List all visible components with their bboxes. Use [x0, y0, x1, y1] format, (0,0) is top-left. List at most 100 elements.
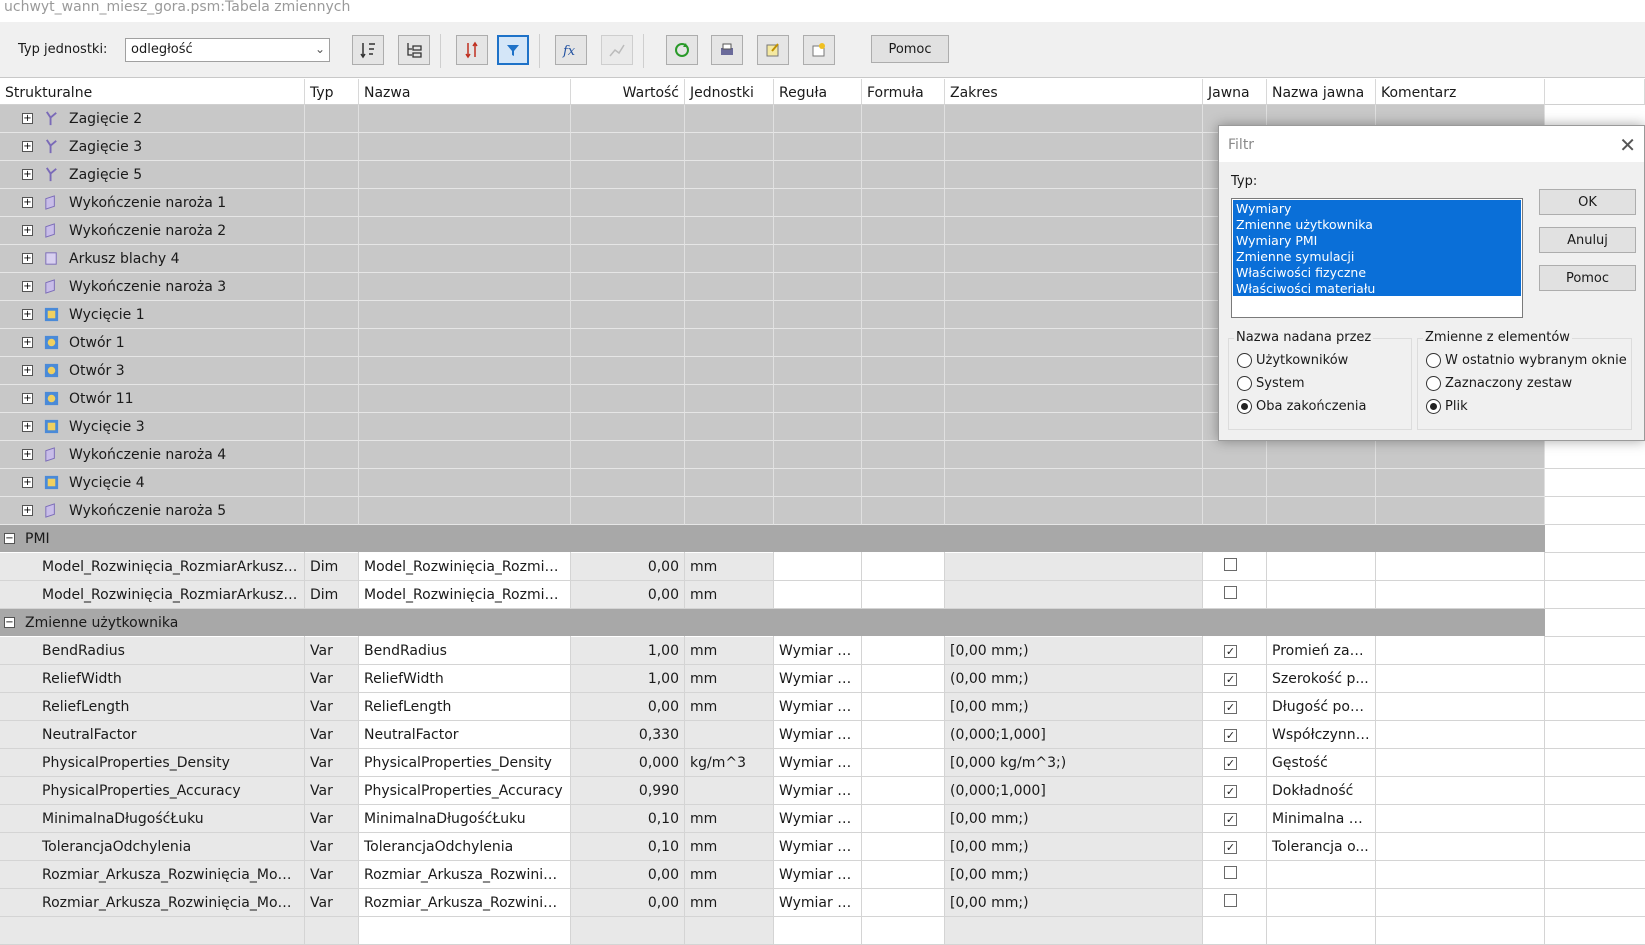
- formula-cell[interactable]: [862, 833, 945, 861]
- table-cell[interactable]: [571, 385, 685, 413]
- table-cell[interactable]: [1267, 609, 1376, 637]
- table-cell[interactable]: [862, 217, 945, 245]
- table-cell[interactable]: [305, 105, 359, 133]
- range-cell[interactable]: (0,000;1,000]: [945, 721, 1203, 749]
- table-cell[interactable]: [685, 245, 774, 273]
- type-cell[interactable]: Var: [305, 665, 359, 693]
- structure-cell[interactable]: Rozmiar_Arkusza_Rozwinięcia_Model_Y: [0, 889, 305, 917]
- type-cell[interactable]: Var: [305, 749, 359, 777]
- rule-cell[interactable]: Wymiar g...: [774, 721, 862, 749]
- radio-option[interactable]: System: [1237, 376, 1304, 391]
- table-cell[interactable]: [774, 357, 862, 385]
- table-cell[interactable]: [862, 917, 945, 945]
- collapse-icon[interactable]: −: [4, 617, 15, 628]
- expand-icon[interactable]: +: [22, 225, 33, 236]
- checkbox-checked[interactable]: ✓: [1224, 841, 1237, 854]
- units-cell[interactable]: kg/m^3: [685, 749, 774, 777]
- type-list-item[interactable]: Zmienne symulacji: [1233, 248, 1521, 264]
- table-cell[interactable]: [774, 413, 862, 441]
- group-cell[interactable]: − Zmienne użytkownika: [0, 609, 305, 637]
- radio-button[interactable]: [1426, 353, 1441, 368]
- sort-order-button[interactable]: [456, 35, 488, 65]
- table-cell[interactable]: [685, 105, 774, 133]
- table-cell[interactable]: [305, 301, 359, 329]
- table-cell[interactable]: [774, 133, 862, 161]
- column-header[interactable]: Wartość: [571, 79, 685, 105]
- table-cell[interactable]: [305, 917, 359, 945]
- name-cell[interactable]: BendRadius: [359, 637, 571, 665]
- rule-cell[interactable]: Wymiar g...: [774, 833, 862, 861]
- checkbox-checked[interactable]: ✓: [1224, 701, 1237, 714]
- table-cell[interactable]: [571, 441, 685, 469]
- radio-button[interactable]: [1426, 399, 1441, 414]
- table-cell[interactable]: [359, 441, 571, 469]
- table-cell[interactable]: [862, 357, 945, 385]
- column-header[interactable]: Reguła: [774, 79, 862, 105]
- comment-cell[interactable]: [1376, 889, 1545, 917]
- table-cell[interactable]: [862, 441, 945, 469]
- expand-icon[interactable]: +: [22, 449, 33, 460]
- comment-cell[interactable]: [1376, 833, 1545, 861]
- help-button[interactable]: Pomoc: [871, 35, 949, 63]
- units-cell[interactable]: mm: [685, 637, 774, 665]
- units-cell[interactable]: mm: [685, 833, 774, 861]
- comment-cell[interactable]: [1376, 637, 1545, 665]
- structure-cell[interactable]: + Wycięcie 1: [0, 301, 305, 329]
- table-cell[interactable]: [359, 497, 571, 525]
- table-cell[interactable]: [305, 217, 359, 245]
- table-cell[interactable]: [862, 469, 945, 497]
- name-cell[interactable]: Rozmiar_Arkusza_Rozwinięcia_Model_Y: [359, 889, 571, 917]
- refresh-button[interactable]: [666, 35, 698, 65]
- expand-icon[interactable]: +: [22, 281, 33, 292]
- table-cell[interactable]: [685, 413, 774, 441]
- table-cell[interactable]: [571, 301, 685, 329]
- exposed-name-cell[interactable]: Gęstość: [1267, 749, 1376, 777]
- structure-cell[interactable]: ReliefWidth: [0, 665, 305, 693]
- expand-icon[interactable]: +: [22, 141, 33, 152]
- units-cell[interactable]: mm: [685, 693, 774, 721]
- units-cell[interactable]: mm: [685, 861, 774, 889]
- table-cell[interactable]: [774, 189, 862, 217]
- exposed-cell[interactable]: ✓: [1203, 749, 1267, 777]
- rule-cell[interactable]: Wymiar g...: [774, 665, 862, 693]
- table-cell[interactable]: [359, 133, 571, 161]
- table-row[interactable]: Model_Rozwinięcia_RozmiarArkuszaY Dim Mode…: [0, 581, 1545, 609]
- column-header[interactable]: Formuła: [862, 79, 945, 105]
- value-cell[interactable]: 1,00: [571, 665, 685, 693]
- table-cell[interactable]: [359, 245, 571, 273]
- checkbox-checked[interactable]: ✓: [1224, 673, 1237, 686]
- table-cell[interactable]: [359, 609, 571, 637]
- table-cell[interactable]: [359, 357, 571, 385]
- name-cell[interactable]: ReliefLength: [359, 693, 571, 721]
- table-cell[interactable]: [945, 329, 1203, 357]
- table-cell[interactable]: [945, 161, 1203, 189]
- table-cell[interactable]: [305, 133, 359, 161]
- table-cell[interactable]: [359, 413, 571, 441]
- type-listbox[interactable]: Wymiary Zmienne użytkownika Wymiary PMI Zmi…: [1231, 198, 1523, 318]
- exposed-name-cell[interactable]: [1267, 553, 1376, 581]
- exposed-name-cell[interactable]: Dokładność: [1267, 777, 1376, 805]
- checkbox-unchecked[interactable]: [1224, 586, 1237, 599]
- table-cell[interactable]: [685, 497, 774, 525]
- formula-cell[interactable]: [862, 861, 945, 889]
- table-cell[interactable]: [862, 301, 945, 329]
- radio-button[interactable]: [1237, 399, 1252, 414]
- table-cell[interactable]: [571, 329, 685, 357]
- exposed-name-cell[interactable]: [1267, 861, 1376, 889]
- close-icon[interactable]: ✕: [1619, 133, 1636, 157]
- type-list-item[interactable]: Zmienne użytkownika: [1233, 216, 1521, 232]
- table-cell[interactable]: [945, 273, 1203, 301]
- table-cell[interactable]: [1267, 441, 1376, 469]
- table-cell[interactable]: [685, 469, 774, 497]
- type-cell[interactable]: Var: [305, 861, 359, 889]
- checkbox-checked[interactable]: ✓: [1224, 645, 1237, 658]
- structure-cell[interactable]: PhysicalProperties_Accuracy: [0, 777, 305, 805]
- column-header[interactable]: Nazwa jawna: [1267, 79, 1376, 105]
- group-row-pmi[interactable]: − PMI: [0, 525, 1545, 553]
- table-cell[interactable]: [945, 497, 1203, 525]
- comment-cell[interactable]: [1376, 777, 1545, 805]
- sort-button[interactable]: [352, 35, 384, 65]
- table-cell[interactable]: [774, 385, 862, 413]
- table-cell[interactable]: [305, 413, 359, 441]
- table-cell[interactable]: [862, 525, 945, 553]
